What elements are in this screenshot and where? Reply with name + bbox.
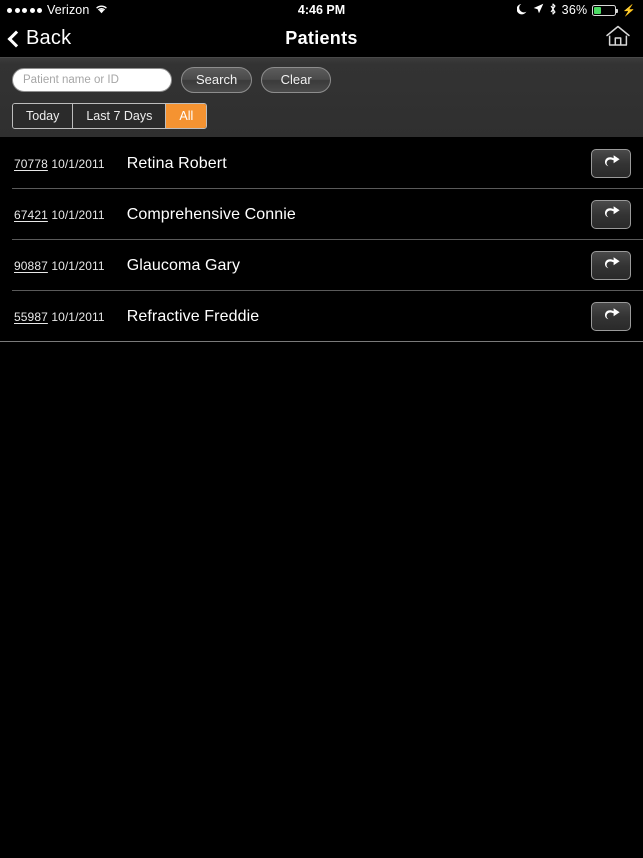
- page-title: Patients: [285, 28, 358, 48]
- signal-strength-dots-icon: [7, 7, 42, 13]
- filter-segment-all[interactable]: All: [166, 104, 207, 128]
- patient-name: Retina Robert: [126, 154, 227, 172]
- patient-id[interactable]: 67421: [14, 208, 48, 222]
- bluetooth-icon: [549, 2, 557, 18]
- patient-id-and-date: 90887 10/1/2011: [14, 259, 105, 273]
- back-button-label: Back: [26, 27, 72, 49]
- patient-id[interactable]: 70778: [14, 157, 48, 171]
- patient-date: 10/1/2011: [51, 207, 105, 222]
- wifi-icon: [95, 3, 108, 17]
- curved-arrow-right-icon: [601, 205, 621, 225]
- location-arrow-icon: [533, 3, 544, 17]
- patient-id-and-date: 67421 10/1/2011: [14, 208, 105, 222]
- home-button[interactable]: [605, 24, 633, 53]
- goto-patient-button[interactable]: [591, 251, 631, 280]
- curved-arrow-right-icon: [601, 307, 621, 327]
- patient-date: 10/1/2011: [51, 156, 105, 171]
- filter-segment-last-7-days[interactable]: Last 7 Days: [73, 104, 167, 128]
- search-filter-panel: Search Clear Today Last 7 Days All: [0, 57, 643, 137]
- goto-patient-button[interactable]: [591, 200, 631, 229]
- curved-arrow-right-icon: [601, 154, 621, 174]
- search-input[interactable]: [12, 68, 172, 92]
- table-row[interactable]: 70778 10/1/2011 Retina Robert: [0, 138, 643, 189]
- patient-name: Comprehensive Connie: [126, 205, 296, 223]
- navigation-bar: Back Patients: [0, 20, 643, 57]
- empty-content-area: [0, 342, 643, 858]
- patient-name: Glaucoma Gary: [126, 256, 241, 274]
- patient-date: 10/1/2011: [51, 258, 105, 273]
- status-bar-left: Verizon: [7, 3, 108, 17]
- back-button[interactable]: Back: [7, 27, 72, 50]
- table-row[interactable]: 90887 10/1/2011 Glaucoma Gary: [0, 240, 643, 291]
- app-screen: Verizon 4:46 PM 36% ⚡ Back Patients Pati…: [0, 0, 643, 858]
- table-row[interactable]: 67421 10/1/2011 Comprehensive Connie: [0, 189, 643, 240]
- patient-id[interactable]: 55987: [14, 310, 48, 324]
- status-bar: Verizon 4:46 PM 36% ⚡: [0, 0, 643, 20]
- patient-id-and-date: 70778 10/1/2011: [14, 157, 105, 171]
- goto-patient-button[interactable]: [591, 302, 631, 331]
- search-row: Search Clear: [12, 66, 631, 94]
- home-icon: [605, 24, 631, 53]
- battery-percent-label: 36%: [561, 3, 588, 17]
- lightning-bolt-icon: ⚡: [622, 4, 636, 17]
- carrier-label: Verizon: [47, 3, 90, 17]
- filter-segment-today[interactable]: Today: [13, 104, 74, 128]
- patient-list: 70778 10/1/2011 Retina Robert 67421 10/1…: [0, 137, 643, 342]
- curved-arrow-right-icon: [601, 256, 621, 276]
- table-row[interactable]: 55987 10/1/2011 Refractive Freddie: [0, 291, 643, 342]
- date-filter-segmented-control: Today Last 7 Days All: [12, 103, 208, 129]
- search-button[interactable]: Search: [181, 67, 253, 93]
- chevron-left-icon: [7, 30, 25, 47]
- status-bar-right: 36% ⚡: [516, 2, 636, 18]
- goto-patient-button[interactable]: [591, 149, 631, 178]
- patient-date: 10/1/2011: [51, 309, 105, 324]
- patient-id[interactable]: 90887: [14, 259, 48, 273]
- patient-name: Refractive Freddie: [126, 307, 260, 325]
- clear-button[interactable]: Clear: [261, 67, 332, 93]
- date-filter-row: Today Last 7 Days All: [12, 103, 631, 129]
- battery-icon: [592, 4, 619, 16]
- moon-icon: [516, 3, 528, 18]
- patient-id-and-date: 55987 10/1/2011: [14, 310, 105, 324]
